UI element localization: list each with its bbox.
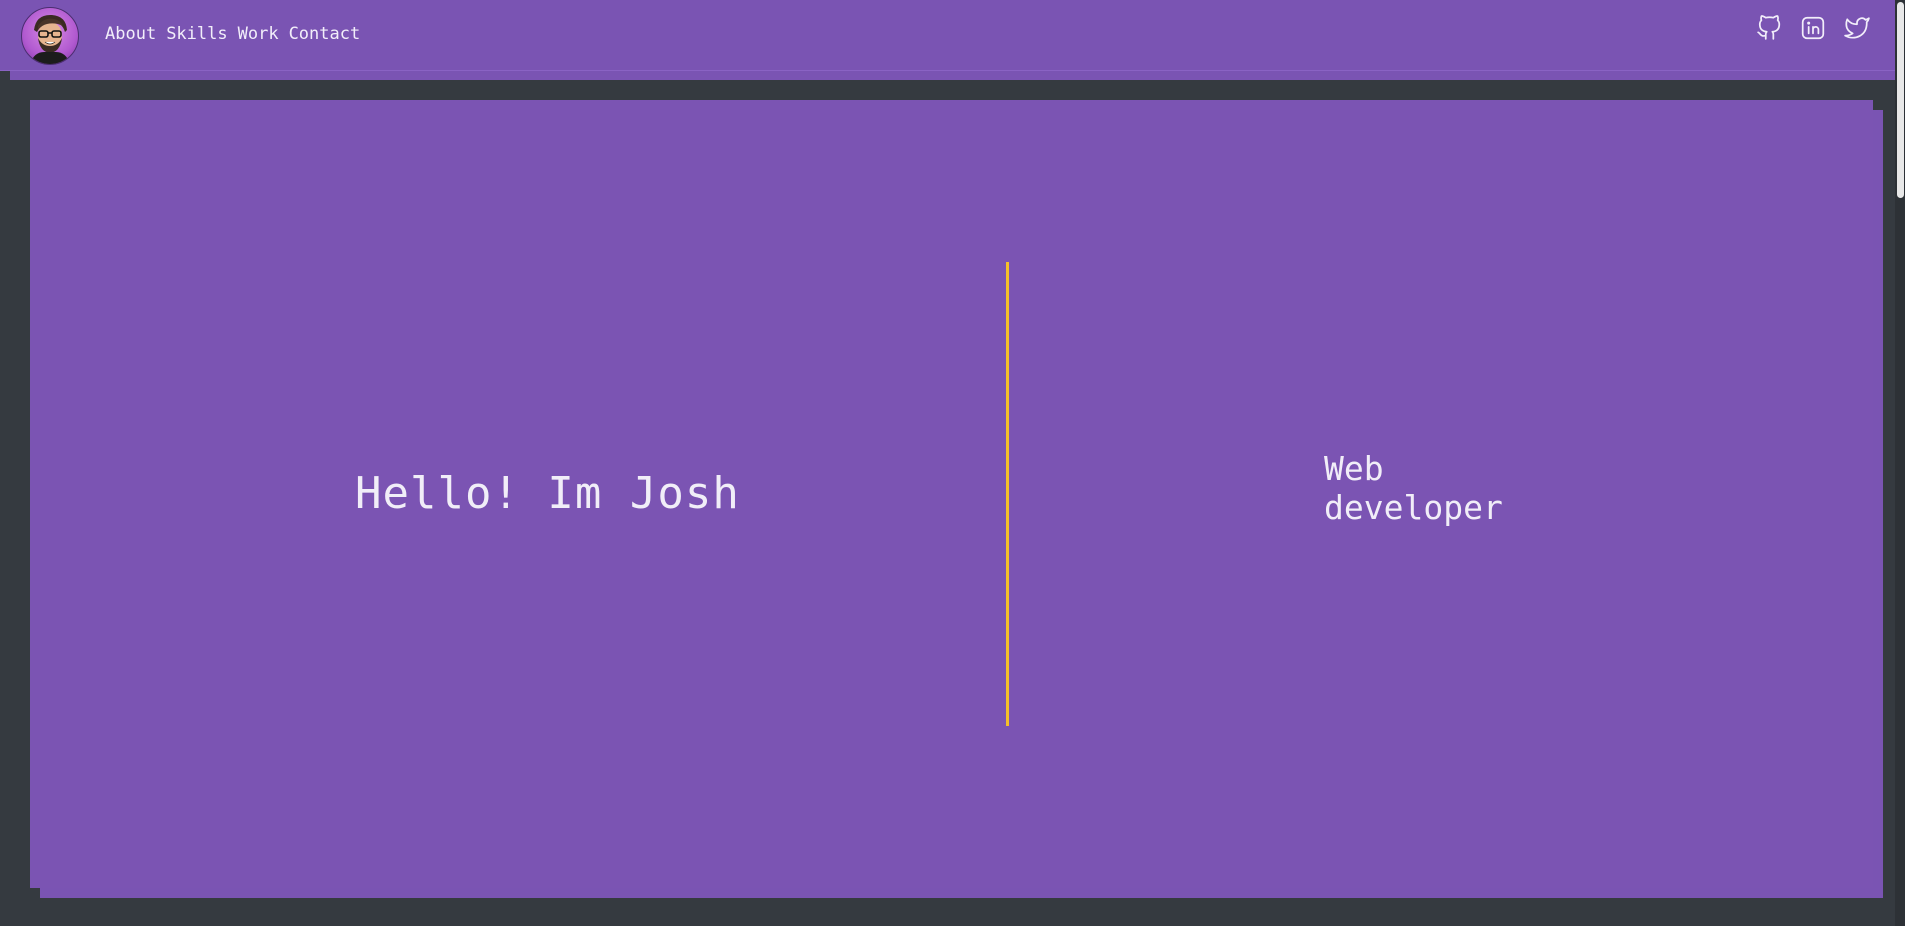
social-links (1756, 15, 1870, 41)
twitter-icon[interactable] (1844, 15, 1870, 41)
nav-work[interactable]: Work (238, 24, 279, 44)
main-nav: About Skills Work Contact (105, 24, 360, 44)
page: About Skills Work Contact Hello! Im Josh… (0, 0, 1905, 926)
hero-divider (1006, 262, 1009, 726)
hero-role-line1: Web (1324, 449, 1384, 488)
site-header: About Skills Work Contact (0, 0, 1895, 71)
hero-section: Hello! Im Josh Web developer (30, 100, 1873, 888)
nav-contact[interactable]: Contact (289, 24, 361, 44)
avatar[interactable] (21, 7, 79, 65)
hero-greeting: Hello! Im Josh (355, 468, 740, 519)
hero-role-line2: developer (1324, 488, 1503, 527)
hero-role: Web developer (1324, 449, 1524, 527)
nav-about[interactable]: About (105, 24, 156, 44)
linkedin-icon[interactable] (1800, 15, 1826, 41)
scrollbar[interactable] (1895, 0, 1905, 926)
github-icon[interactable] (1756, 15, 1782, 41)
nav-skills[interactable]: Skills (166, 24, 227, 44)
avatar-illustration (30, 14, 70, 64)
scrollbar-thumb[interactable] (1897, 2, 1904, 198)
